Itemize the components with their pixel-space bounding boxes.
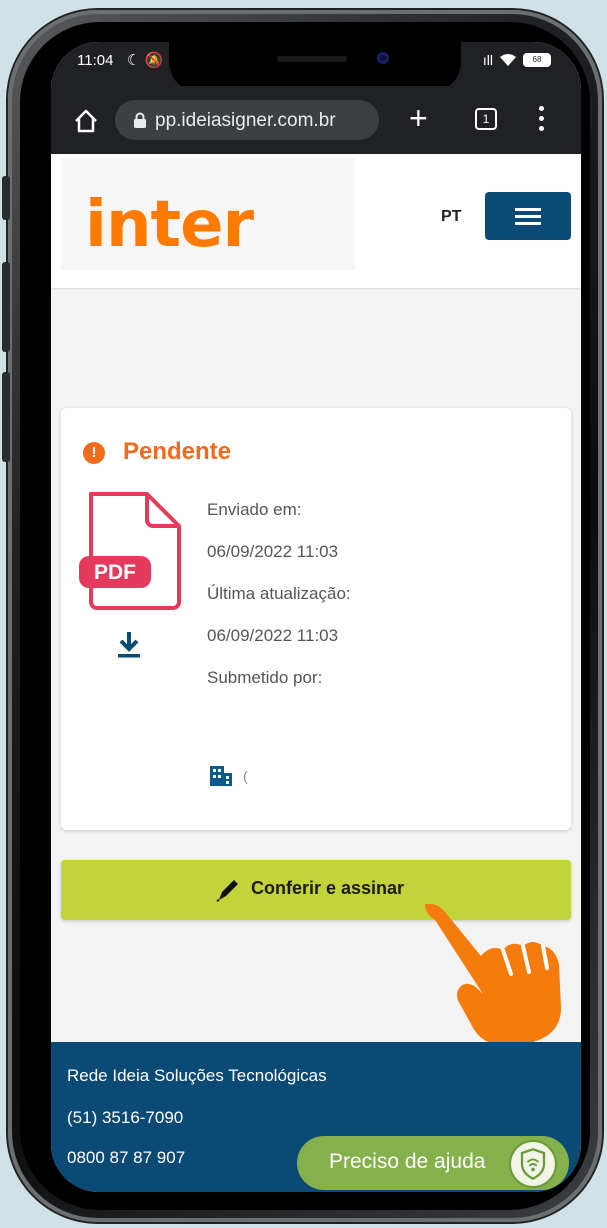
inter-logo: inter	[85, 188, 254, 262]
pdf-file-icon[interactable]: PDF	[77, 490, 183, 610]
wifi-icon	[500, 54, 516, 66]
help-chat-icon	[509, 1140, 557, 1188]
volume-up-button	[2, 262, 10, 352]
battery-icon: 68	[523, 53, 551, 67]
document-card: ! Pendente PDF Enviado em: 06/09/2022 11…	[61, 408, 571, 830]
more-options-icon[interactable]	[539, 106, 545, 134]
sign-button-label: Conferir e assinar	[251, 878, 405, 898]
lock-icon	[134, 112, 146, 128]
footer-phone[interactable]: (51) 3516-7090	[67, 1108, 183, 1128]
tab-switcher-button[interactable]: 1	[475, 108, 497, 130]
help-button[interactable]: Preciso de ajuda	[297, 1136, 569, 1190]
pdf-label: PDF	[94, 561, 136, 584]
submitter-name: (	[243, 768, 248, 784]
browser-toolbar: pp.ideiasigner.com.br + 1	[51, 86, 581, 154]
menu-icon-bar	[515, 215, 541, 218]
address-bar[interactable]: pp.ideiasigner.com.br	[115, 100, 379, 140]
status-right-icons: ıll 68	[483, 52, 551, 68]
mute-switch	[2, 176, 10, 220]
logo-container[interactable]: inter	[61, 158, 355, 270]
sent-label: Enviado em:	[207, 500, 302, 519]
updated-date: 06/09/2022 11:03	[207, 626, 339, 645]
status-badge: Pendente	[123, 438, 232, 465]
menu-icon-bar	[515, 222, 541, 225]
pen-icon	[216, 880, 238, 902]
pointing-hand-icon	[425, 904, 561, 1046]
menu-icon-bar	[515, 208, 541, 211]
status-time: 11:04	[77, 52, 114, 69]
front-camera	[377, 52, 389, 64]
footer-company: Rede Ideia Soluções Tecnológicas	[67, 1066, 327, 1085]
sent-date: 06/09/2022 11:03	[207, 542, 339, 561]
updated-label: Última atualização:	[207, 584, 351, 603]
building-icon	[210, 766, 232, 786]
phone-screen: 11:04 ☾ 🔕 ıll 68 pp.ideiasigner.com.br +…	[51, 42, 581, 1192]
camera-notch	[169, 42, 461, 92]
status-left-icons: ☾ 🔕	[127, 52, 164, 69]
help-button-label: Preciso de ajuda	[329, 1150, 486, 1173]
url-text: pp.ideiasigner.com.br	[155, 110, 336, 131]
site-header: inter PT	[51, 154, 581, 288]
language-selector[interactable]: PT	[441, 208, 461, 226]
signal-icon: ıll	[482, 52, 493, 68]
status-bar: 11:04 ☾ 🔕 ıll 68	[51, 42, 581, 92]
submitted-by-label: Submetido por:	[207, 668, 323, 687]
exclamation-icon: !	[83, 442, 105, 464]
volume-down-button	[2, 372, 10, 462]
footer-toll-free[interactable]: 0800 87 87 907	[67, 1148, 185, 1168]
hamburger-menu-button[interactable]	[485, 192, 571, 240]
speaker-grille	[277, 56, 347, 62]
download-icon[interactable]	[117, 630, 141, 660]
site-footer: Rede Ideia Soluções Tecnológicas (51) 35…	[51, 1042, 581, 1192]
new-tab-icon[interactable]: +	[409, 100, 428, 136]
home-icon[interactable]	[73, 108, 99, 134]
